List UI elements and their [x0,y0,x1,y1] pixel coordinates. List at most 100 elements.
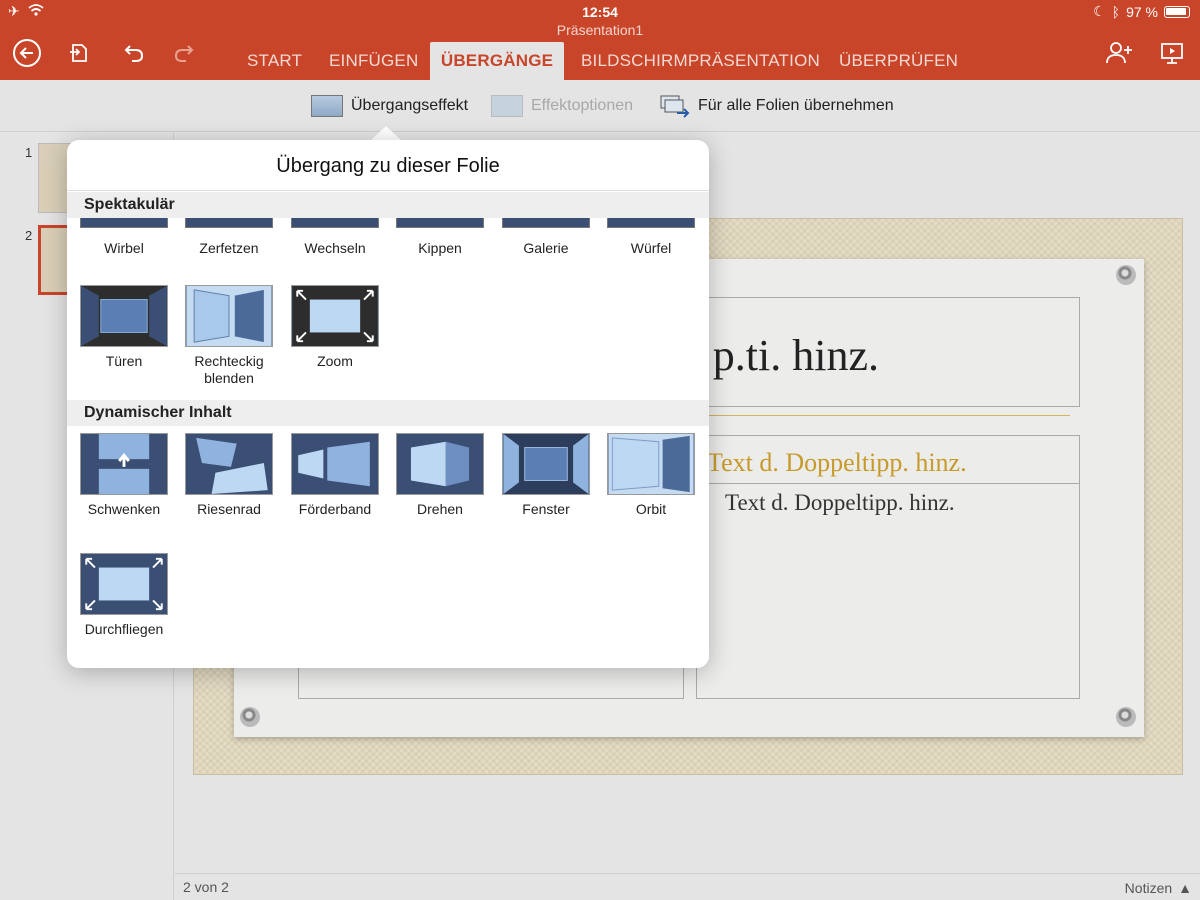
effect-tueren[interactable]: Türen [74,285,174,370]
wuerfel-icon [607,218,695,228]
rivet-icon [1116,707,1136,727]
effect-zerfetzen[interactable]: Zerfetzen [179,218,279,257]
transition-effect-label: Übergangseffekt [351,97,469,114]
notes-button[interactable]: Notizen ▲ [1125,880,1192,896]
popover-title: Übergang zu dieser Folie [67,140,709,191]
tab-einfuegen[interactable]: EINFÜGEN [315,42,432,80]
battery-percent: 97 % [1126,3,1158,20]
effect-label: Zoom [317,353,353,369]
effect-label: Schwenken [87,501,161,517]
effect-options-button[interactable]: Effektoptionen [491,94,633,118]
present-button[interactable] [1155,36,1189,70]
effect-options-swatch-icon [491,95,523,117]
chevron-up-icon: ▲ [1178,880,1192,896]
section-dynamischer-inhalt: Dynamischer Inhalt [67,400,709,426]
doors-icon [80,285,168,347]
apply-all-label: Für alle Folien übernehmen [698,97,894,114]
tab-bildschirmpraesentation[interactable]: BILDSCHIRMPRÄSENTATION [567,42,834,80]
popover-arrow [370,126,402,141]
effect-label: Türen [105,353,143,369]
back-button[interactable] [10,36,44,70]
effect-options-label: Effektoptionen [531,97,634,114]
galerie-icon [502,218,590,228]
tab-start[interactable]: START [233,42,316,80]
effect-kippen[interactable]: Kippen [390,218,490,257]
present-icon [1161,43,1183,64]
effect-riesenrad[interactable]: Riesenrad [179,433,279,518]
effect-label: Riesenrad [197,501,261,517]
effect-label: Orbit [635,501,667,517]
effect-galerie[interactable]: Galerie [496,218,596,257]
effect-label: Rechteckig blenden [194,353,264,386]
window-icon [502,433,590,495]
undo-button[interactable] [116,36,150,70]
status-right: ☾ ᛒ 97 % [1093,3,1190,20]
share-button[interactable] [1102,36,1136,70]
tab-ueberpruefen[interactable]: ÜBERPRÜFEN [825,42,972,80]
page-indicator: 2 von 2 [183,879,229,895]
status-time: 12:54 [582,4,618,20]
battery-icon [1164,5,1190,18]
effect-foerderband[interactable]: Förderband [285,433,385,518]
rivet-icon [1116,265,1136,285]
zoom-icon [291,285,379,347]
zerfetzen-icon [185,218,273,228]
effect-fenster[interactable]: Fenster [496,433,596,518]
effect-zoom[interactable]: Zoom [285,285,385,370]
back-arrow-icon [13,39,41,67]
file-button[interactable] [62,36,96,70]
kippen-icon [396,218,484,228]
tab-uebergaenge[interactable]: ÜBERGÄNGE [430,42,564,80]
file-share-icon [70,44,87,62]
effect-label: Wechseln [304,240,366,256]
orbit-icon [607,433,695,495]
right-bullet-text: Text d. Doppeltipp. hinz. [725,490,955,515]
notes-label: Notizen [1124,880,1173,896]
effect-label: Drehen [417,501,463,517]
effect-rechteckig-blenden[interactable]: Rechteckig blenden [179,285,279,387]
rotate-icon [396,433,484,495]
title-placeholder-text: p.ti. hinz. [712,331,879,380]
effect-label: Wirbel [104,240,144,256]
section-spektakulaer: Spektakulär [67,192,709,218]
moon-icon: ☾ [1093,3,1106,19]
effect-drehen[interactable]: Drehen [390,433,490,518]
rivet-icon [240,707,260,727]
bottom-bar: 2 von 2 Notizen ▲ [175,873,1200,900]
slide-number-1: 1 [25,145,33,160]
effect-label: Kippen [418,240,462,256]
fly-through-icon [80,553,168,615]
transition-effect-button[interactable]: Übergangseffekt [311,94,468,118]
redo-button[interactable] [168,36,202,70]
bluetooth-icon: ᛒ [1111,3,1121,20]
wirbel-icon [80,218,168,228]
add-person-icon [1106,42,1132,64]
effect-orbit[interactable]: Orbit [601,433,701,518]
right-content-placeholder[interactable]: Text d. Doppeltipp. hinz. Text d. Doppel… [696,435,1080,699]
top-bar: ✈ 12:54 Präsentation1 ☾ ᛒ 97 % START EIN… [0,0,1200,80]
rectangle-blend-icon [185,285,273,347]
apply-all-button[interactable]: Für alle Folien übernehmen [660,94,894,118]
redo-icon [174,45,194,62]
effect-label: Galerie [523,240,569,256]
ferris-wheel-icon [185,433,273,495]
transition-swatch-icon [311,95,343,117]
effect-label: Zerfetzen [199,240,259,256]
effect-label: Förderband [298,501,372,517]
slide-number-2: 2 [25,228,33,243]
pan-icon [80,433,168,495]
conveyor-icon [291,433,379,495]
effect-wirbel[interactable]: Wirbel [74,218,174,257]
effect-label: Fenster [522,501,570,517]
effect-schwenken[interactable]: Schwenken [74,433,174,518]
ribbon: Übergangseffekt Effektoptionen Für alle … [0,80,1200,132]
apply-all-icon [660,95,690,118]
undo-icon [124,45,144,62]
effect-durchfliegen[interactable]: Durchfliegen [74,553,174,638]
effect-wechseln[interactable]: Wechseln [285,218,385,257]
transition-popover: Übergang zu dieser Folie Spektakulär Wir… [67,140,709,668]
effect-label: Durchfliegen [84,621,164,637]
wechseln-icon [291,218,379,228]
right-heading-text: Text d. Doppeltipp. hinz. [697,436,1079,484]
effect-wuerfel[interactable]: Würfel [601,218,701,257]
